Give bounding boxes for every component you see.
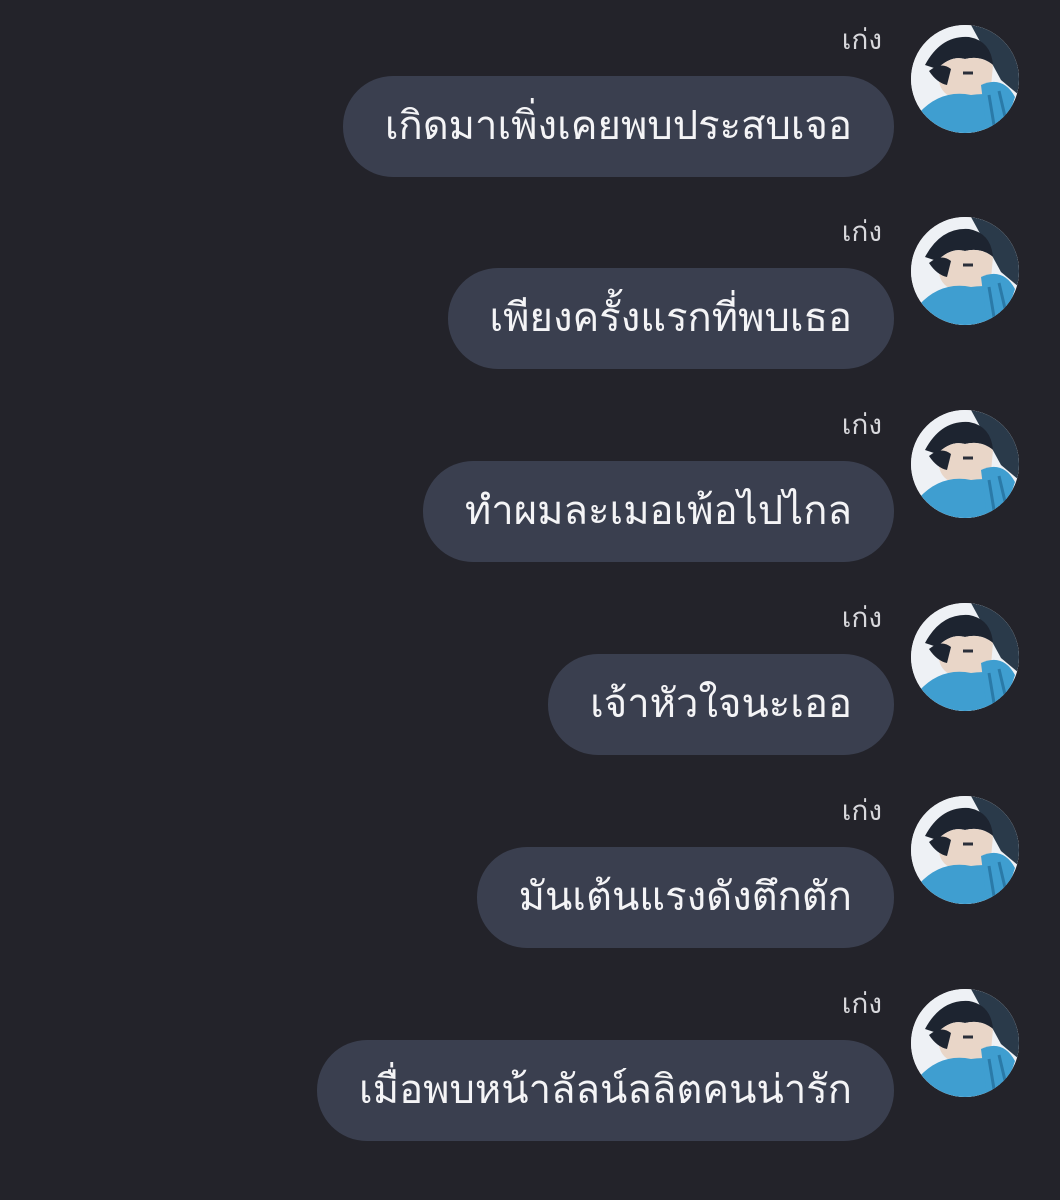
message-bubble[interactable]: เพียงครั้งแรกที่พบเธอ	[447, 268, 894, 369]
chat-message: เก่ง เพียงครั้งแรกที่พบเธอ	[0, 192, 1060, 372]
sender-name: เก่ง	[841, 987, 882, 1020]
anime-boy-avatar-icon	[911, 410, 1019, 518]
anime-boy-avatar-icon	[911, 603, 1019, 711]
chat-message: เก่ง เกิดมาเพิ่งเคยพบประสบเจอ	[0, 0, 1060, 180]
sender-name: เก่ง	[841, 215, 882, 248]
message-bubble[interactable]: ทำผมละเมอเพ้อไปไกล	[422, 461, 894, 562]
sender-name: เก่ง	[841, 601, 882, 634]
message-bubble[interactable]: เกิดมาเพิ่งเคยพบประสบเจอ	[342, 76, 894, 177]
avatar-icon[interactable]	[911, 603, 1019, 711]
anime-boy-avatar-icon	[911, 796, 1019, 904]
sender-name: เก่ง	[841, 794, 882, 827]
sender-name: เก่ง	[841, 23, 882, 56]
anime-boy-avatar-icon	[911, 25, 1019, 133]
avatar-icon[interactable]	[911, 410, 1019, 518]
chat-message-list[interactable]: เก่ง เกิดมาเพิ่งเคยพบประสบเจอ เก่ง เพียง…	[0, 0, 1060, 1200]
chat-message: เก่ง เมื่อพบหน้าลัลน์ลลิตคนน่ารัก	[0, 964, 1060, 1144]
chat-message: เก่ง เจ้าหัวใจนะเออ	[0, 578, 1060, 758]
anime-boy-avatar-icon	[911, 217, 1019, 325]
chat-message: เก่ง ทำผมละเมอเพ้อไปไกล	[0, 385, 1060, 565]
message-bubble[interactable]: เมื่อพบหน้าลัลน์ลลิตคนน่ารัก	[317, 1040, 894, 1141]
anime-boy-avatar-icon	[911, 989, 1019, 1097]
avatar-icon[interactable]	[911, 796, 1019, 904]
message-bubble[interactable]: มันเต้นแรงดังตึกตัก	[476, 847, 894, 948]
sender-name: เก่ง	[841, 408, 882, 441]
avatar-icon[interactable]	[911, 217, 1019, 325]
avatar-icon[interactable]	[911, 989, 1019, 1097]
avatar-icon[interactable]	[911, 25, 1019, 133]
message-bubble[interactable]: เจ้าหัวใจนะเออ	[548, 654, 894, 755]
chat-message: เก่ง มันเต้นแรงดังตึกตัก	[0, 771, 1060, 951]
